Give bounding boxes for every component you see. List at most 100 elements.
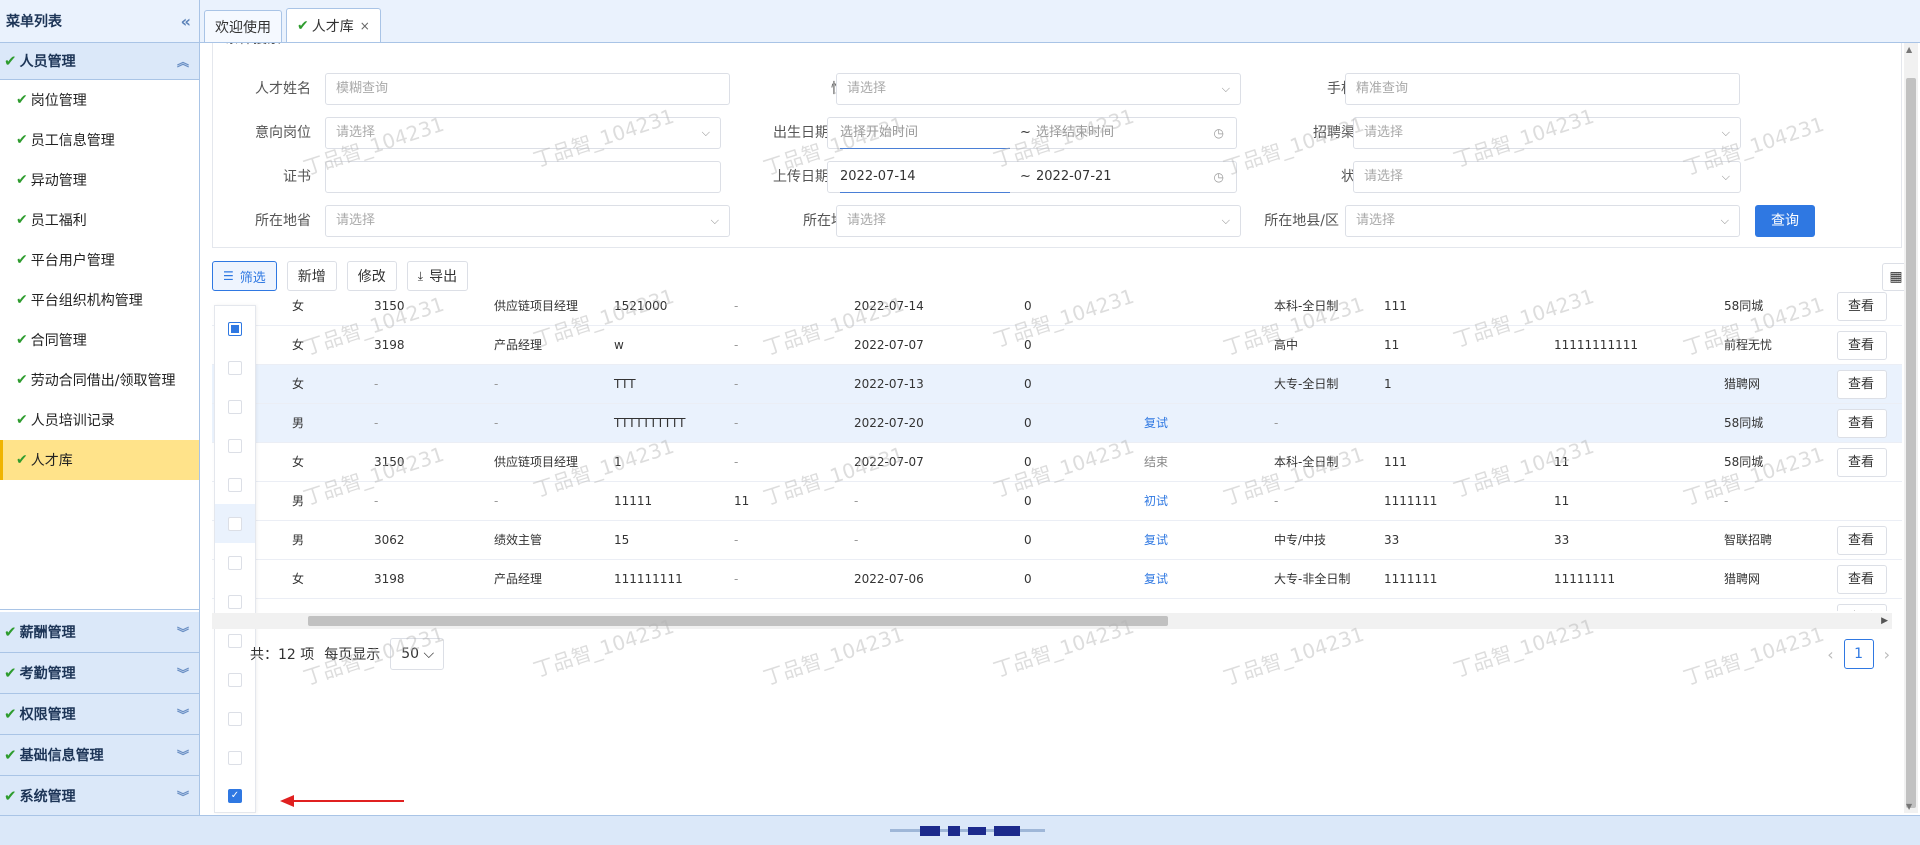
next-page-icon[interactable]: › (1884, 645, 1890, 664)
view-button[interactable]: 查看 (1837, 526, 1887, 555)
filter-button[interactable]: ☰ 筛选 (212, 261, 277, 291)
view-button[interactable]: 查看 (1837, 292, 1887, 321)
row-checkbox[interactable] (215, 465, 255, 504)
status-select[interactable]: 请选择 ⌵ (1353, 161, 1741, 193)
upload-start-input[interactable]: 2022-07-14 (840, 162, 1010, 193)
upload-end-input[interactable]: 2022-07-21 (1036, 162, 1112, 192)
row-checkbox[interactable] (215, 504, 255, 543)
check-icon: ✔ (4, 705, 17, 723)
page-number[interactable]: 1 (1843, 639, 1874, 669)
birth-date-range[interactable]: 选择开始时间 ~ 选择结束时间 ◷ (827, 117, 1237, 149)
checkbox-icon (228, 555, 242, 570)
cell-status[interactable]: 结束 (1144, 443, 1168, 482)
cell-status[interactable]: 复试 (1144, 404, 1168, 443)
cell-status[interactable]: 初试 (1144, 482, 1168, 521)
menu-group-permission[interactable]: ✔ 权限管理 ︾ (0, 694, 199, 735)
menu-group-attendance[interactable]: ✔ 考勤管理 ︾ (0, 653, 199, 694)
table-row[interactable]: 女 - - TTT - 2022-07-13 0 大专-全日制 1 猎聘网 查看 (212, 365, 1902, 404)
view-button[interactable]: 查看 (1837, 565, 1887, 594)
table-row[interactable]: 女 3198 产品经理 111111111 - 2022-07-06 0 复试 大专-非全日制 1… (212, 560, 1902, 599)
arrow-down-icon[interactable]: ▼ (1906, 802, 1912, 811)
tab-welcome[interactable]: 欢迎使用 (204, 10, 282, 42)
view-button[interactable]: 查看 (1837, 448, 1887, 477)
cell-code: - (374, 416, 379, 430)
table-row[interactable]: 女 3150 供应链项目经理 1521000 - 2022-07-14 0 本科-全日制 111… (212, 291, 1902, 326)
menu-item-talent-pool[interactable]: ✔ 人才库 (0, 440, 199, 480)
row-checkbox[interactable] (215, 543, 255, 582)
close-icon[interactable]: × (360, 19, 370, 33)
tab-talent-pool[interactable]: ✔ 人才库 × (286, 8, 381, 42)
add-button[interactable]: 新增 (286, 261, 337, 291)
view-button[interactable]: 查看 (1837, 409, 1887, 438)
menu-group-label: 考勤管理 (19, 666, 76, 682)
view-button[interactable]: 查看 (1837, 604, 1887, 611)
select-all-checkbox[interactable] (215, 309, 255, 348)
arrow-up-icon[interactable]: ▲ (1906, 45, 1912, 54)
table-row[interactable]: 男 - - TTTTTTTTTT - 2022-07-20 0 复试 - 58同城 查看 (212, 404, 1902, 443)
channel-select[interactable]: 请选择 ⌵ (1353, 117, 1741, 149)
cell-edu: - (1274, 494, 1279, 508)
double-chevron-left-icon[interactable]: « (181, 12, 191, 31)
cell-c2: cess (1554, 599, 1580, 611)
province-select[interactable]: 请选择 ⌵ (325, 205, 730, 237)
cell-gender: 女 (292, 338, 305, 352)
menu-group-personnel[interactable]: ✔ 人员管理 ︽ (0, 43, 199, 80)
cell-status[interactable]: 复试 (1144, 560, 1168, 599)
menu-item-contract[interactable]: ✔ 合同管理 (0, 320, 199, 360)
position-select[interactable]: 请选择 ⌵ (325, 117, 721, 149)
menu-item-platform-users[interactable]: ✔ 平台用户管理 (0, 240, 199, 280)
menu-item-welfare[interactable]: ✔ 员工福利 (0, 200, 199, 240)
scrollbar-thumb[interactable] (1906, 78, 1916, 808)
query-button[interactable]: 查询 (1755, 205, 1815, 237)
vertical-scrollbar[interactable]: ▲ ▼ (1904, 43, 1918, 813)
phone-input[interactable]: 精准查询 (1345, 73, 1740, 105)
menu-group-basic-info[interactable]: ✔ 基础信息管理 ︾ (0, 735, 199, 776)
prev-page-icon[interactable]: ‹ (1827, 645, 1833, 664)
row-checkbox[interactable]: ✓ (215, 776, 255, 815)
cert-input[interactable] (325, 161, 721, 193)
table-row[interactable]: 女 3198 产品经理 w -2022-07-07 0 高中 11 11111111111 前程无… (212, 326, 1902, 365)
row-checkbox[interactable] (215, 387, 255, 426)
edit-button[interactable]: 修改 (346, 261, 397, 291)
upload-date-range[interactable]: 2022-07-14 ~ 2022-07-21 ◷ (827, 161, 1237, 193)
table-row[interactable]: 女 3150 供应链项目经理 1-2022-07-07 0 结束 本科-全日制 111 11 58… (212, 443, 1902, 482)
menu-group-salary[interactable]: ✔ 薪酬管理 ︾ (0, 612, 199, 653)
menu-item-transfer[interactable]: ✔ 异动管理 (0, 160, 199, 200)
horizontal-scrollbar[interactable]: ▶ (212, 613, 1892, 629)
row-checkbox[interactable] (215, 348, 255, 387)
checkbox-icon (228, 594, 242, 609)
total-count: 共：12 项 (250, 647, 315, 663)
phone-placeholder: 精准查询 (1356, 81, 1409, 96)
menu-group-system[interactable]: ✔ 系统管理 ︾ (0, 776, 199, 817)
scrollbar-thumb[interactable] (308, 616, 1168, 626)
check-icon: ✔ (4, 623, 17, 641)
view-button[interactable]: 查看 (1837, 331, 1887, 360)
arrow-right-icon[interactable]: ▶ (1881, 613, 1888, 629)
menu-item-platform-org[interactable]: ✔ 平台组织机构管理 (0, 280, 199, 320)
table-row[interactable]: 男 - -11111 11-0 初试 -1111111 11- (212, 482, 1902, 521)
view-button[interactable]: 查看 (1837, 370, 1887, 399)
clock-icon: ◷ (1213, 170, 1224, 184)
menu-item-employee-info[interactable]: ✔ 员工信息管理 (0, 120, 199, 160)
cell-email: - (734, 533, 739, 547)
gender-select[interactable]: 请选择 ⌵ (836, 73, 1241, 105)
menu-item-training[interactable]: ✔ 人员培训记录 (0, 400, 199, 440)
table-row[interactable]: 女 3150 供应链项目经理 152 - 2001-07-10 0 结束 大专-全日制 sss ce… (212, 599, 1902, 611)
city-select[interactable]: 请选择 ⌵ (836, 205, 1241, 237)
row-checkbox[interactable] (215, 660, 255, 699)
cell-status[interactable]: 复试 (1144, 521, 1168, 560)
row-checkbox[interactable] (215, 426, 255, 465)
birth-start-input[interactable]: 选择开始时间 (840, 118, 1010, 149)
export-button[interactable]: ⤓ 导出 (406, 261, 469, 291)
table-row[interactable]: 男 3062 绩效主管 15 - - 0 复试 中专/中技 33 33 智联招聘 查看 (212, 521, 1902, 560)
name-input[interactable]: 模糊查询 (325, 73, 730, 105)
row-checkbox[interactable] (215, 699, 255, 738)
page-size-select[interactable]: 50 ⌵ (390, 638, 445, 670)
row-checkbox[interactable] (215, 738, 255, 777)
menu-item-contract-lending[interactable]: ✔ 劳动合同借出/领取管理 (0, 360, 199, 400)
cell-status[interactable]: 结束 (1144, 599, 1168, 611)
birth-end-input[interactable]: 选择结束时间 (1036, 118, 1114, 148)
cell-code: 3198 (374, 572, 405, 586)
menu-item-position[interactable]: ✔ 岗位管理 (0, 80, 199, 120)
county-select[interactable]: 请选择 ⌵ (1345, 205, 1740, 237)
